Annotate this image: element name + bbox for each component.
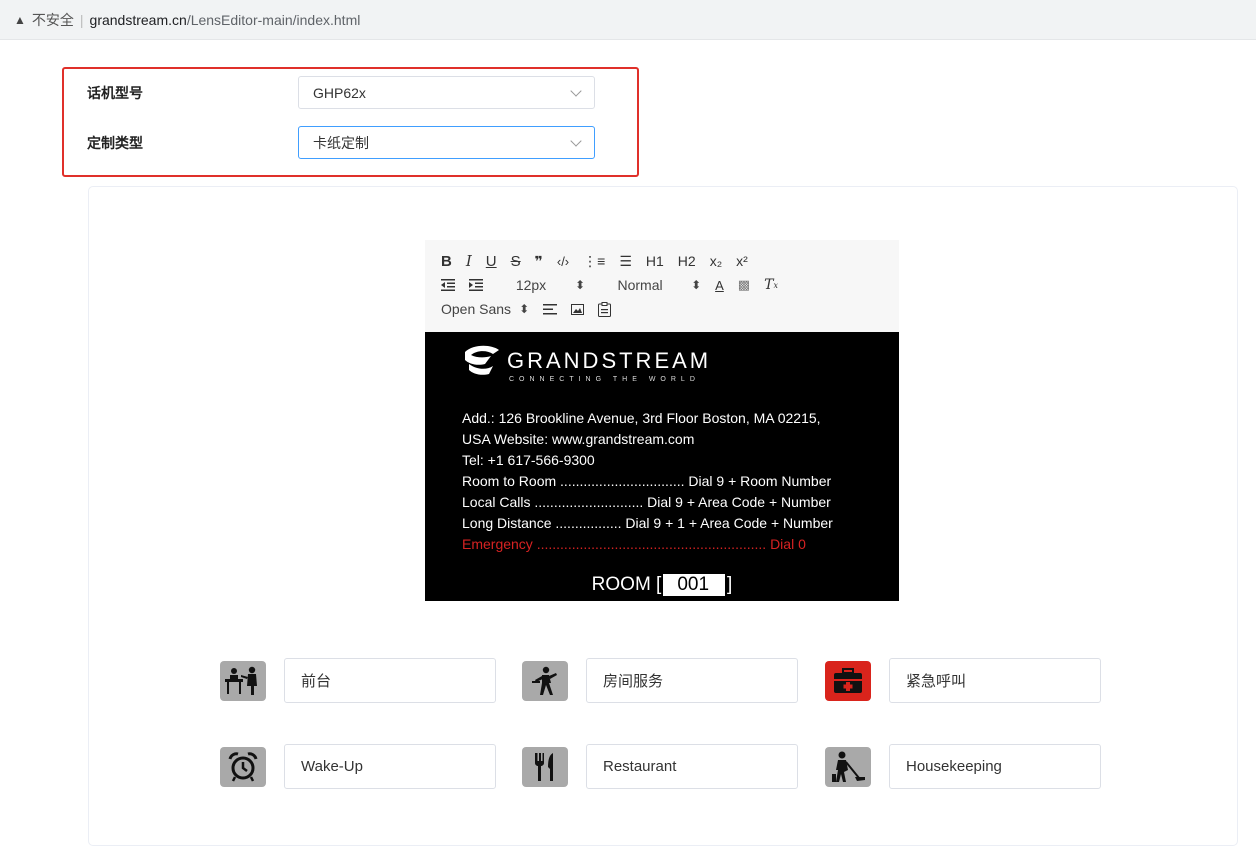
function-key-label: Housekeeping: [906, 758, 1002, 775]
chevron-down-icon: [570, 84, 582, 97]
font-size-picker[interactable]: 12px: [501, 274, 561, 296]
code-button[interactable]: ‹/›: [557, 250, 569, 272]
room-prefix: ROOM [: [591, 574, 662, 595]
function-key-input[interactable]: 房间服务: [586, 658, 798, 703]
room-line: ROOM [001]: [425, 574, 899, 596]
function-key: Housekeeping: [825, 744, 1101, 789]
bold-button[interactable]: B: [441, 250, 452, 272]
function-key-label: Wake-Up: [301, 758, 363, 775]
insecure-label: 不安全: [31, 11, 74, 28]
h1-button[interactable]: H1: [646, 250, 664, 272]
room-service-icon: [522, 660, 568, 701]
function-key-input[interactable]: Housekeeping: [889, 744, 1101, 789]
sort-arrows-icon: ⬍: [691, 278, 702, 292]
function-key-input[interactable]: 紧急呼叫: [889, 658, 1101, 703]
address-line: Add.: 126 Brookline Avenue, 3rd Floor Bo…: [462, 410, 821, 426]
dial-line: Long Distance ................. Dial 9 +…: [462, 515, 833, 531]
editor-toolbar: B I U S ❞ ‹/› ⋮≡ ☰ H1 H2 x₂ x² 12px ⬍ No…: [425, 240, 899, 332]
url-path[interactable]: /LensEditor-main/index.html: [187, 12, 361, 28]
italic-button[interactable]: I: [466, 250, 472, 272]
label-preview[interactable]: GRANDSTREAM CONNECTING THE WORLD Add.: 1…: [425, 332, 899, 601]
function-key: 房间服务: [522, 658, 798, 703]
function-key: Wake-Up: [220, 744, 496, 789]
function-key: Restaurant: [522, 744, 798, 789]
indent-icon[interactable]: [469, 274, 483, 296]
subscript-button[interactable]: x₂: [710, 250, 722, 272]
model-label: 话机型号: [87, 84, 143, 101]
model-select-value: GHP62x: [313, 84, 366, 101]
grandstream-logo-icon: [465, 345, 499, 375]
url-separator: |: [79, 11, 84, 28]
url-host[interactable]: grandstream.cn: [90, 12, 187, 28]
outdent-icon[interactable]: [441, 274, 455, 296]
blockquote-button[interactable]: ❞: [535, 250, 543, 272]
warning-triangle-icon: ▲: [14, 12, 26, 27]
underline-button[interactable]: U: [486, 250, 497, 272]
logo-text: GRANDSTREAM: [507, 348, 712, 373]
address-bar[interactable]: ▲ 不安全 | grandstream.cn /LensEditor-main/…: [0, 0, 1256, 40]
sort-arrows-icon: ⬍: [575, 278, 586, 292]
housekeeping-icon: [825, 746, 871, 787]
fork-knife-icon: [522, 746, 568, 787]
emergency-line: Emergency ..............................…: [462, 536, 806, 552]
alarm-clock-icon: [220, 746, 266, 787]
room-number[interactable]: 001: [663, 574, 726, 596]
clear-format-icon[interactable]: Tx: [764, 274, 778, 296]
grandstream-logo: GRANDSTREAM CONNECTING THE WORLD: [463, 344, 712, 383]
type-label: 定制类型: [87, 134, 143, 151]
dial-line: Local Calls ............................…: [462, 494, 831, 510]
website-line: USA Website: www.grandstream.com: [462, 431, 695, 447]
font-family-picker[interactable]: Open Sans: [441, 298, 511, 320]
model-row: 话机型号 GHP62x: [87, 76, 595, 109]
superscript-button[interactable]: x²: [736, 250, 748, 272]
type-select[interactable]: 卡纸定制: [298, 126, 595, 159]
text-color-icon[interactable]: A: [715, 274, 724, 296]
h2-button[interactable]: H2: [678, 250, 696, 272]
function-key-label: 房间服务: [603, 673, 664, 690]
tel-line: Tel: +1 617-566-9300: [462, 452, 595, 468]
heading-picker[interactable]: Normal: [603, 274, 677, 296]
function-key-label: 前台: [301, 673, 332, 690]
align-icon[interactable]: [543, 298, 558, 320]
model-select[interactable]: GHP62x: [298, 76, 595, 109]
front-desk-icon: [220, 660, 266, 701]
ordered-list-button[interactable]: ⋮≡: [583, 250, 605, 272]
emergency-kit-icon: [825, 660, 871, 701]
background-color-icon[interactable]: ▩: [738, 274, 750, 296]
strike-button[interactable]: S: [511, 250, 521, 272]
chevron-down-icon: [570, 134, 582, 147]
type-select-value: 卡纸定制: [313, 134, 369, 151]
function-key-input[interactable]: Restaurant: [586, 744, 798, 789]
clipboard-icon[interactable]: [598, 298, 612, 320]
function-key: 前台: [220, 658, 496, 703]
label-info: Add.: 126 Brookline Avenue, 3rd Floor Bo…: [462, 408, 833, 555]
dial-line: Room to Room ...........................…: [462, 473, 832, 489]
function-key-label: Restaurant: [603, 758, 677, 775]
logo-tagline: CONNECTING THE WORLD: [509, 376, 700, 383]
function-key-label: 紧急呼叫: [906, 673, 967, 690]
function-key: 紧急呼叫: [825, 658, 1101, 703]
type-row: 定制类型 卡纸定制: [87, 126, 595, 159]
image-icon[interactable]: [571, 298, 585, 320]
room-suffix: ]: [727, 574, 733, 595]
function-key-input[interactable]: Wake-Up: [284, 744, 496, 789]
bullet-list-button[interactable]: ☰: [619, 250, 632, 272]
function-key-input[interactable]: 前台: [284, 658, 496, 703]
sort-arrows-icon: ⬍: [519, 302, 530, 316]
